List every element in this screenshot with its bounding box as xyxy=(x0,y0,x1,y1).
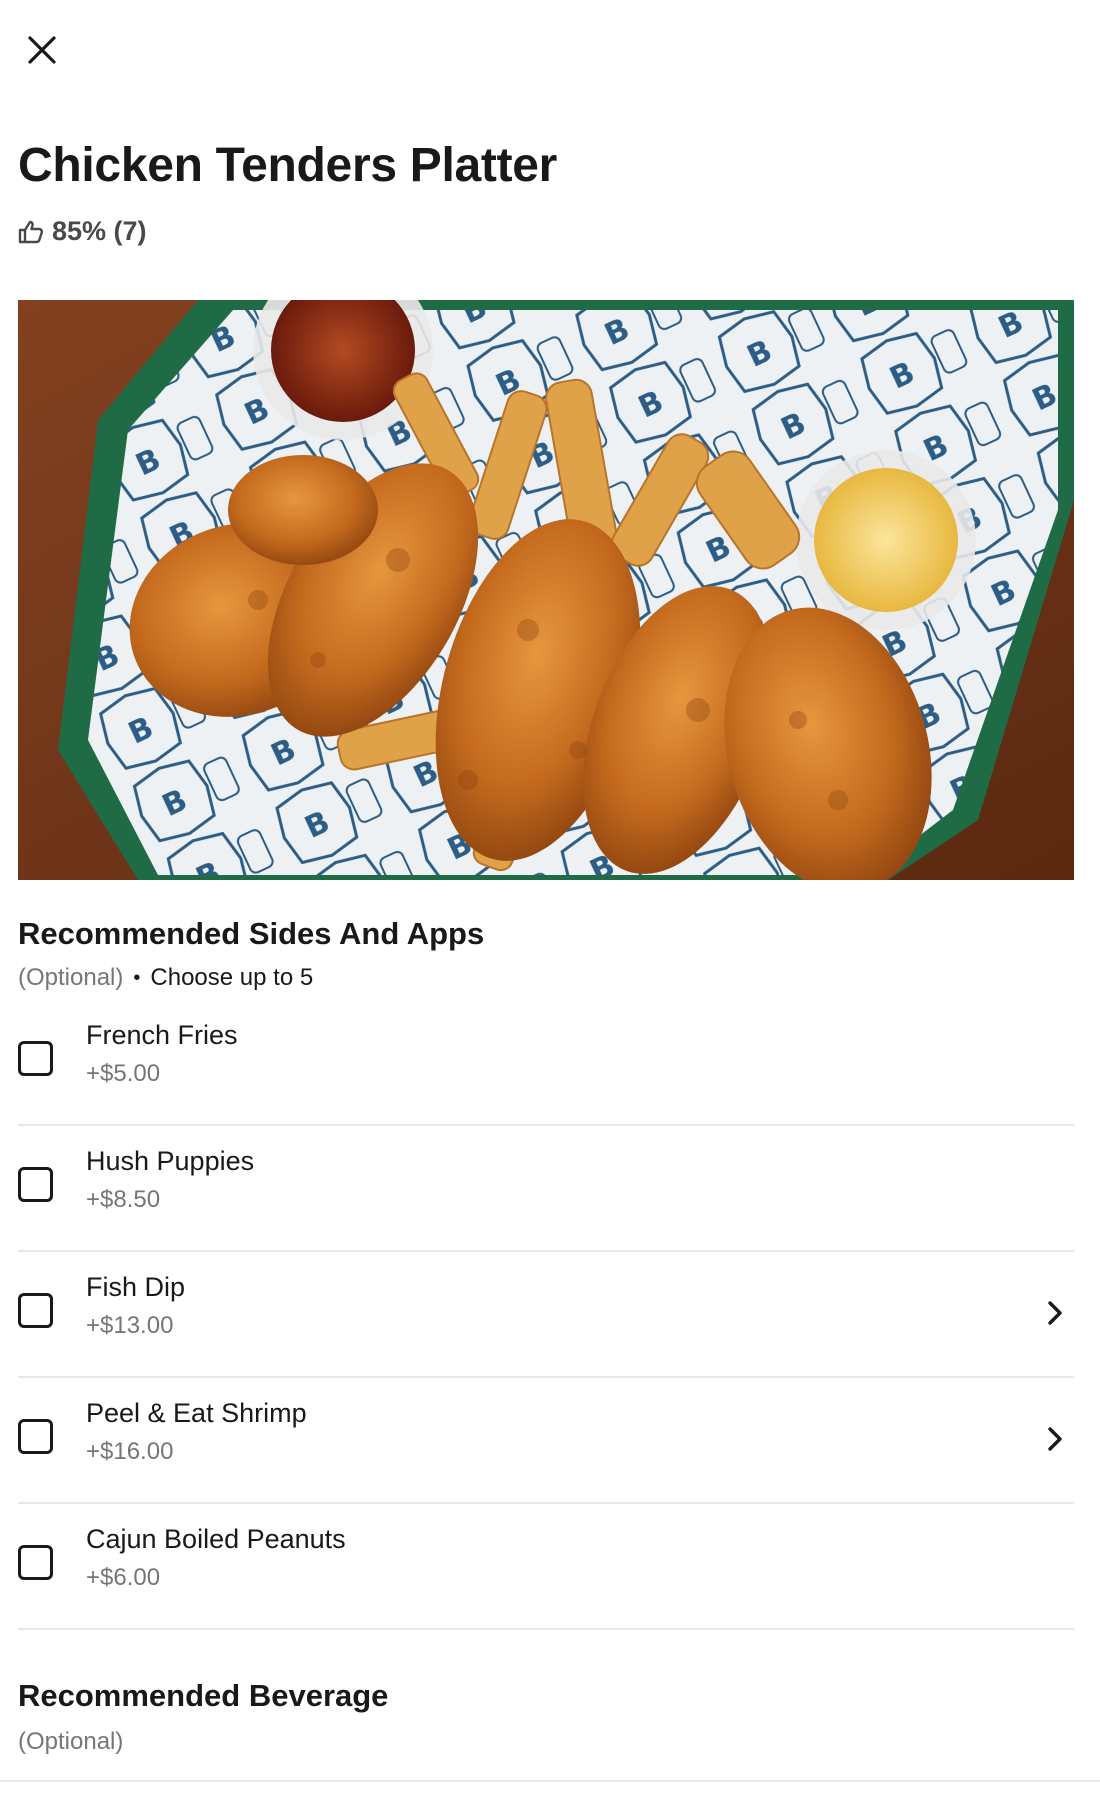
separator-dot: • xyxy=(133,966,141,989)
rating-text: 85% (7) xyxy=(52,216,147,246)
item-detail-modal: Chicken Tenders Platter 85% (7) Recommen… xyxy=(0,0,1100,1816)
option-cajun-boiled-peanuts[interactable]: Cajun Boiled Peanuts +$6.00 xyxy=(18,1504,1074,1630)
option-price: +$5.00 xyxy=(86,1060,161,1087)
option-peel-eat-shrimp[interactable]: Peel & Eat Shrimp +$16.00 xyxy=(18,1378,1074,1504)
option-french-fries[interactable]: French Fries +$5.00 xyxy=(18,1000,1074,1126)
option-price: +$13.00 xyxy=(86,1312,174,1339)
beverage-optional-label: (Optional) xyxy=(18,1728,124,1755)
sides-optional-label: (Optional) xyxy=(18,964,124,991)
option-price: +$16.00 xyxy=(86,1438,174,1465)
option-fish-dip[interactable]: Fish Dip +$13.00 xyxy=(18,1252,1074,1378)
sides-choice-limit: Choose up to 5 xyxy=(150,964,314,991)
item-photo: B xyxy=(18,300,1074,880)
sides-section-title: Recommended Sides And Apps xyxy=(18,916,485,951)
close-button[interactable] xyxy=(18,26,66,74)
sides-section-subtitle: (Optional) • Choose up to 5 xyxy=(18,964,313,992)
option-price: +$8.50 xyxy=(86,1186,161,1213)
option-name: Fish Dip xyxy=(86,1272,186,1302)
option-hush-puppies[interactable]: Hush Puppies +$8.50 xyxy=(18,1126,1074,1252)
checkbox[interactable] xyxy=(18,1545,53,1580)
thumbs-up-icon xyxy=(18,220,44,243)
divider xyxy=(0,1780,1100,1782)
option-name: Hush Puppies xyxy=(86,1146,255,1176)
option-name: Cajun Boiled Peanuts xyxy=(86,1524,346,1554)
chevron-right-icon[interactable] xyxy=(1042,1424,1068,1454)
close-icon xyxy=(28,36,56,64)
checkbox[interactable] xyxy=(18,1041,53,1076)
option-price: +$6.00 xyxy=(86,1564,161,1591)
option-name: Peel & Eat Shrimp xyxy=(86,1398,307,1428)
checkbox[interactable] xyxy=(18,1167,53,1202)
beverage-section-subtitle: (Optional) xyxy=(18,1728,123,1756)
item-title: Chicken Tenders Platter xyxy=(18,139,558,192)
option-name: French Fries xyxy=(86,1020,238,1050)
checkbox[interactable] xyxy=(18,1419,53,1454)
chevron-right-icon[interactable] xyxy=(1042,1298,1068,1328)
beverage-section-title: Recommended Beverage xyxy=(18,1678,389,1713)
checkbox[interactable] xyxy=(18,1293,53,1328)
item-rating: 85% (7) xyxy=(18,216,147,247)
